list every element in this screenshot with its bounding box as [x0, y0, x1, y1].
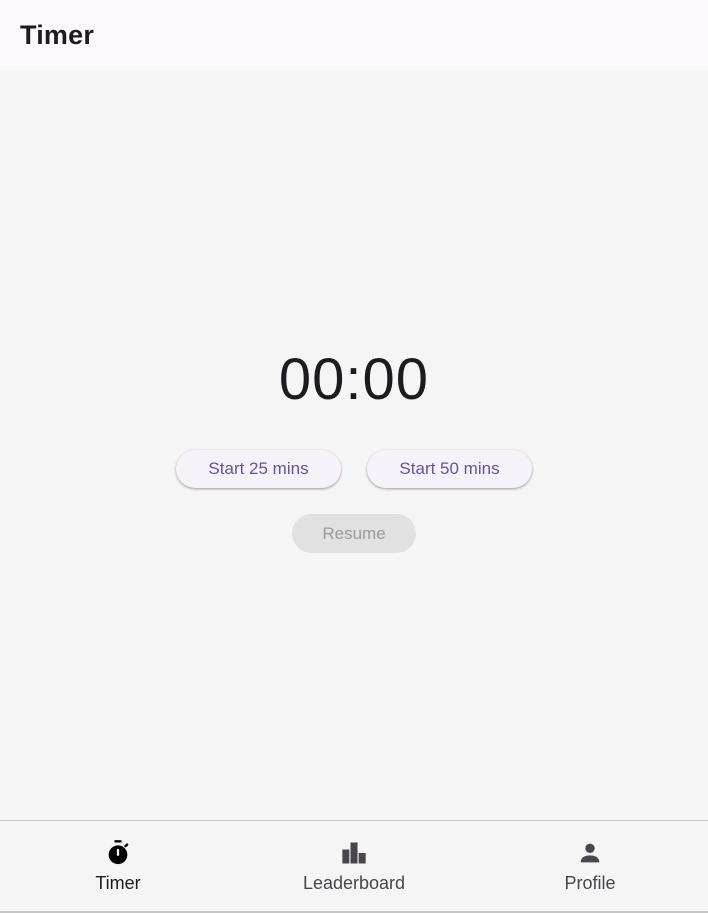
- page-title: Timer: [20, 19, 95, 50]
- nav-label-profile: Profile: [564, 873, 616, 893]
- nav-item-timer[interactable]: Timer: [0, 821, 236, 911]
- app-bar: Timer: [0, 0, 708, 70]
- timer-icon: [108, 840, 129, 865]
- person-icon: [580, 843, 600, 863]
- nav-label-timer: Timer: [95, 873, 141, 893]
- start-buttons-row: Start 25 mins Start 50 mins: [0, 450, 708, 488]
- nav-label-leaderboard: Leaderboard: [302, 873, 406, 893]
- nav-item-leaderboard[interactable]: Leaderboard: [236, 821, 472, 911]
- bottom-navigation: Timer Leaderboard Profile: [0, 820, 708, 913]
- timer-display: 00:00: [278, 347, 430, 412]
- leaderboard-icon: [342, 842, 366, 864]
- timer-screen: Timer 00:00 Start 25 mins Start 50 mins …: [0, 0, 708, 913]
- start-50-mins-button[interactable]: Start 50 mins: [367, 450, 532, 488]
- resume-button[interactable]: Resume: [292, 514, 416, 553]
- nav-item-profile[interactable]: Profile: [472, 821, 708, 911]
- start-25-mins-button[interactable]: Start 25 mins: [176, 450, 341, 488]
